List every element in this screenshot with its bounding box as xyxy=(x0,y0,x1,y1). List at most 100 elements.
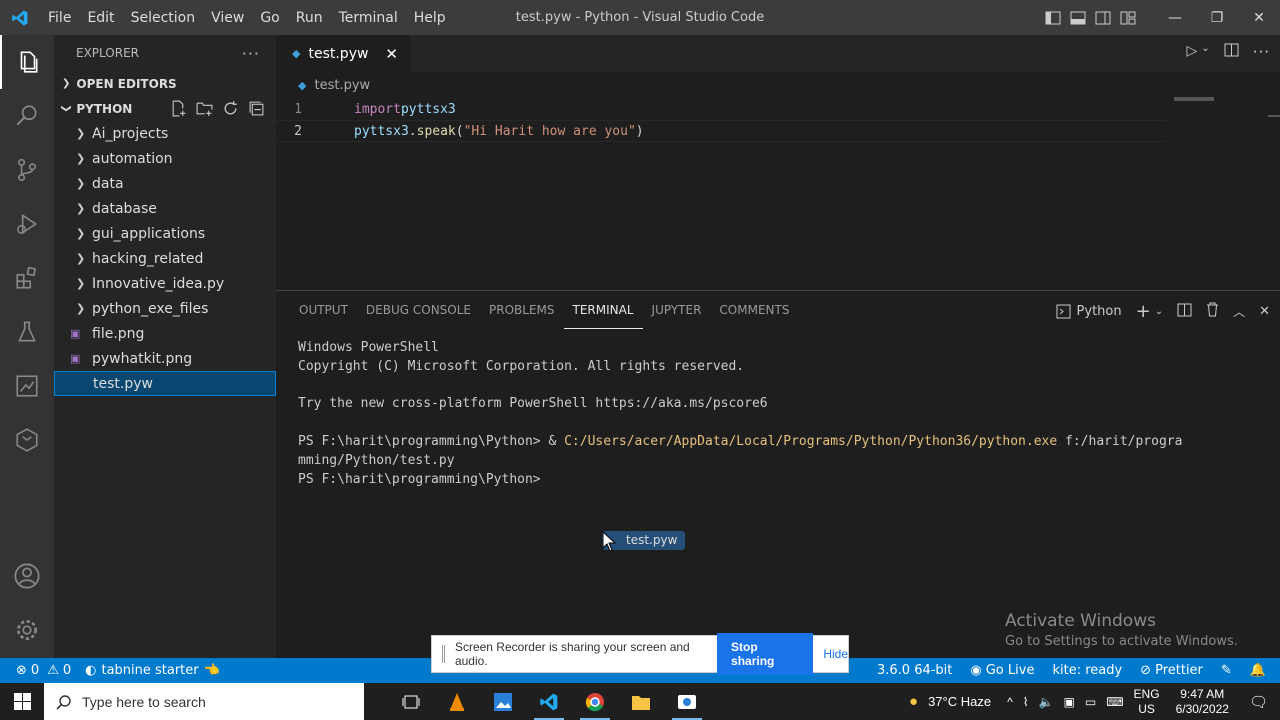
extensions-icon[interactable] xyxy=(0,251,54,305)
tree-folder[interactable]: ❯ hacking_related xyxy=(54,246,276,271)
close-icon[interactable]: ✕ xyxy=(385,45,398,63)
menu-go[interactable]: Go xyxy=(252,10,287,26)
more-actions-icon[interactable]: ··· xyxy=(1253,43,1270,61)
photos-icon[interactable] xyxy=(480,683,526,720)
restore-icon[interactable]: ❐ xyxy=(1196,10,1238,26)
code-line[interactable]: 1 import pyttsx3 xyxy=(276,98,1280,120)
new-file-icon[interactable] xyxy=(170,100,187,120)
close-window-icon[interactable]: ✕ xyxy=(1238,10,1280,26)
toggle-secondary-sidebar-icon[interactable] xyxy=(1090,11,1115,25)
terminal-output[interactable]: Windows PowerShell Copyright (C) Microsof… xyxy=(298,339,1182,489)
notification-center-icon[interactable]: 🗨 xyxy=(1249,693,1268,711)
tree-file[interactable]: test.pyw xyxy=(54,371,276,396)
vscode-taskbar-icon[interactable] xyxy=(526,683,572,720)
menu-terminal[interactable]: Terminal xyxy=(331,10,406,26)
battery-icon[interactable]: ▭ xyxy=(1085,695,1096,709)
stop-sharing-button[interactable]: Stop sharing xyxy=(717,633,814,675)
menu-selection[interactable]: Selection xyxy=(123,10,204,26)
tree-folder[interactable]: ❯ data xyxy=(54,171,276,196)
chrome-icon[interactable] xyxy=(572,683,618,720)
minimap[interactable] xyxy=(1174,97,1214,101)
notifications-icon[interactable]: 🔔 xyxy=(1250,663,1266,678)
menu-view[interactable]: View xyxy=(203,10,252,26)
explorer-icon[interactable] xyxy=(0,35,54,89)
maximize-panel-icon[interactable]: ︿ xyxy=(1233,303,1245,320)
security-icon[interactable]: ▣ xyxy=(1064,695,1075,709)
screen-recorder-icon[interactable] xyxy=(664,683,710,720)
menu-file[interactable]: File xyxy=(40,10,79,26)
go-live-button[interactable]: ◉ Go Live xyxy=(970,663,1034,678)
search-icon[interactable] xyxy=(0,89,54,143)
run-debug-icon[interactable] xyxy=(0,197,54,251)
weather-text[interactable]: 37°C Haze xyxy=(928,694,991,709)
minimize-icon[interactable]: — xyxy=(1154,10,1196,26)
testing-icon[interactable] xyxy=(0,305,54,359)
taskbar-search[interactable]: Type here to search xyxy=(44,683,364,720)
file-explorer-icon[interactable] xyxy=(618,683,664,720)
kite-status[interactable]: kite: ready xyxy=(1052,663,1122,678)
language-indicator[interactable]: ENG US xyxy=(1134,687,1160,717)
menu-edit[interactable]: Edit xyxy=(79,10,122,26)
tab-problems[interactable]: PROBLEMS xyxy=(480,291,564,329)
chevron-down-icon[interactable]: ⌄ xyxy=(1201,43,1209,61)
problems-status[interactable]: ⊗ 0 ⚠ 0 xyxy=(16,663,71,678)
remote-explorer-icon[interactable] xyxy=(0,359,54,413)
more-actions-icon[interactable]: ··· xyxy=(242,44,260,63)
code-line-current[interactable]: 2 pyttsx3 . speak ( "Hi Harit how are yo… xyxy=(276,120,1166,142)
tree-file[interactable]: ▣ file.png xyxy=(54,321,276,346)
run-python-file-icon[interactable]: ▷ xyxy=(1187,43,1198,61)
drag-handle[interactable] xyxy=(442,645,445,663)
new-folder-icon[interactable] xyxy=(196,100,213,120)
tab-debug-console[interactable]: DEBUG CONSOLE xyxy=(357,291,480,329)
menu-run[interactable]: Run xyxy=(288,10,331,26)
refresh-icon[interactable] xyxy=(222,100,239,120)
task-view-icon[interactable] xyxy=(388,683,434,720)
tree-folder[interactable]: ❯ Ai_projects xyxy=(54,121,276,146)
folder-section[interactable]: ❯ PYTHON xyxy=(54,96,276,121)
gear-icon[interactable] xyxy=(0,603,54,657)
volume-icon[interactable]: 🔈 xyxy=(1039,695,1054,709)
tab-jupyter[interactable]: JUPYTER xyxy=(643,291,711,329)
toggle-sidebar-icon[interactable] xyxy=(1040,11,1065,25)
tree-folder[interactable]: ❯ database xyxy=(54,196,276,221)
tabnine-status[interactable]: ◐ tabnine starter 👈 xyxy=(85,663,220,678)
keyboard-icon[interactable]: ⌨ xyxy=(1106,695,1123,709)
trash-icon[interactable] xyxy=(1206,302,1219,321)
kite-icon[interactable] xyxy=(0,413,54,467)
feedback-icon[interactable]: ✎ xyxy=(1221,663,1232,678)
tab-test-pyw[interactable]: ◆ test.pyw ✕ xyxy=(276,35,410,72)
open-editors-section[interactable]: ❯ OPEN EDITORS xyxy=(54,71,276,96)
chevron-down-icon[interactable]: ⌄ xyxy=(1155,306,1163,317)
split-terminal-icon[interactable] xyxy=(1177,303,1192,321)
tree-file[interactable]: ▣ pywhatkit.png xyxy=(54,346,276,371)
scrollbar[interactable] xyxy=(1268,115,1280,117)
new-terminal-icon[interactable]: + xyxy=(1136,301,1151,322)
split-editor-icon[interactable] xyxy=(1224,43,1239,61)
python-interpreter[interactable]: 3.6.0 64-bit xyxy=(877,663,952,678)
start-button[interactable] xyxy=(0,683,44,720)
tree-item-label: pywhatkit.png xyxy=(92,350,193,367)
tab-comments[interactable]: COMMENTS xyxy=(710,291,798,329)
prettier-status[interactable]: ⊘ Prettier xyxy=(1140,663,1203,678)
tree-folder[interactable]: ❯ gui_applications xyxy=(54,221,276,246)
hide-button[interactable]: Hide xyxy=(823,647,848,661)
terminal-shell-selector[interactable]: Python xyxy=(1056,304,1122,319)
close-panel-icon[interactable]: ✕ xyxy=(1259,304,1270,319)
breadcrumb[interactable]: ◆ test.pyw xyxy=(276,72,1280,98)
vlc-icon[interactable] xyxy=(434,683,480,720)
accounts-icon[interactable] xyxy=(0,549,54,603)
chevron-up-icon[interactable]: ^ xyxy=(1007,695,1013,709)
tab-terminal[interactable]: TERMINAL xyxy=(563,291,643,329)
customize-layout-icon[interactable] xyxy=(1115,11,1140,25)
tree-folder[interactable]: ❯ automation xyxy=(54,146,276,171)
tab-output[interactable]: OUTPUT xyxy=(290,291,357,329)
lang-line1: ENG xyxy=(1133,686,1160,701)
collapse-all-icon[interactable] xyxy=(248,100,265,120)
menu-help[interactable]: Help xyxy=(406,10,454,26)
tree-folder[interactable]: ❯ Innovative_idea.py xyxy=(54,271,276,296)
tree-folder[interactable]: ❯ python_exe_files xyxy=(54,296,276,321)
source-control-icon[interactable] xyxy=(0,143,54,197)
toggle-panel-icon[interactable] xyxy=(1065,11,1090,25)
network-icon[interactable]: ⌇ xyxy=(1023,695,1029,709)
clock[interactable]: 9:47 AM 6/30/2022 xyxy=(1176,687,1229,717)
